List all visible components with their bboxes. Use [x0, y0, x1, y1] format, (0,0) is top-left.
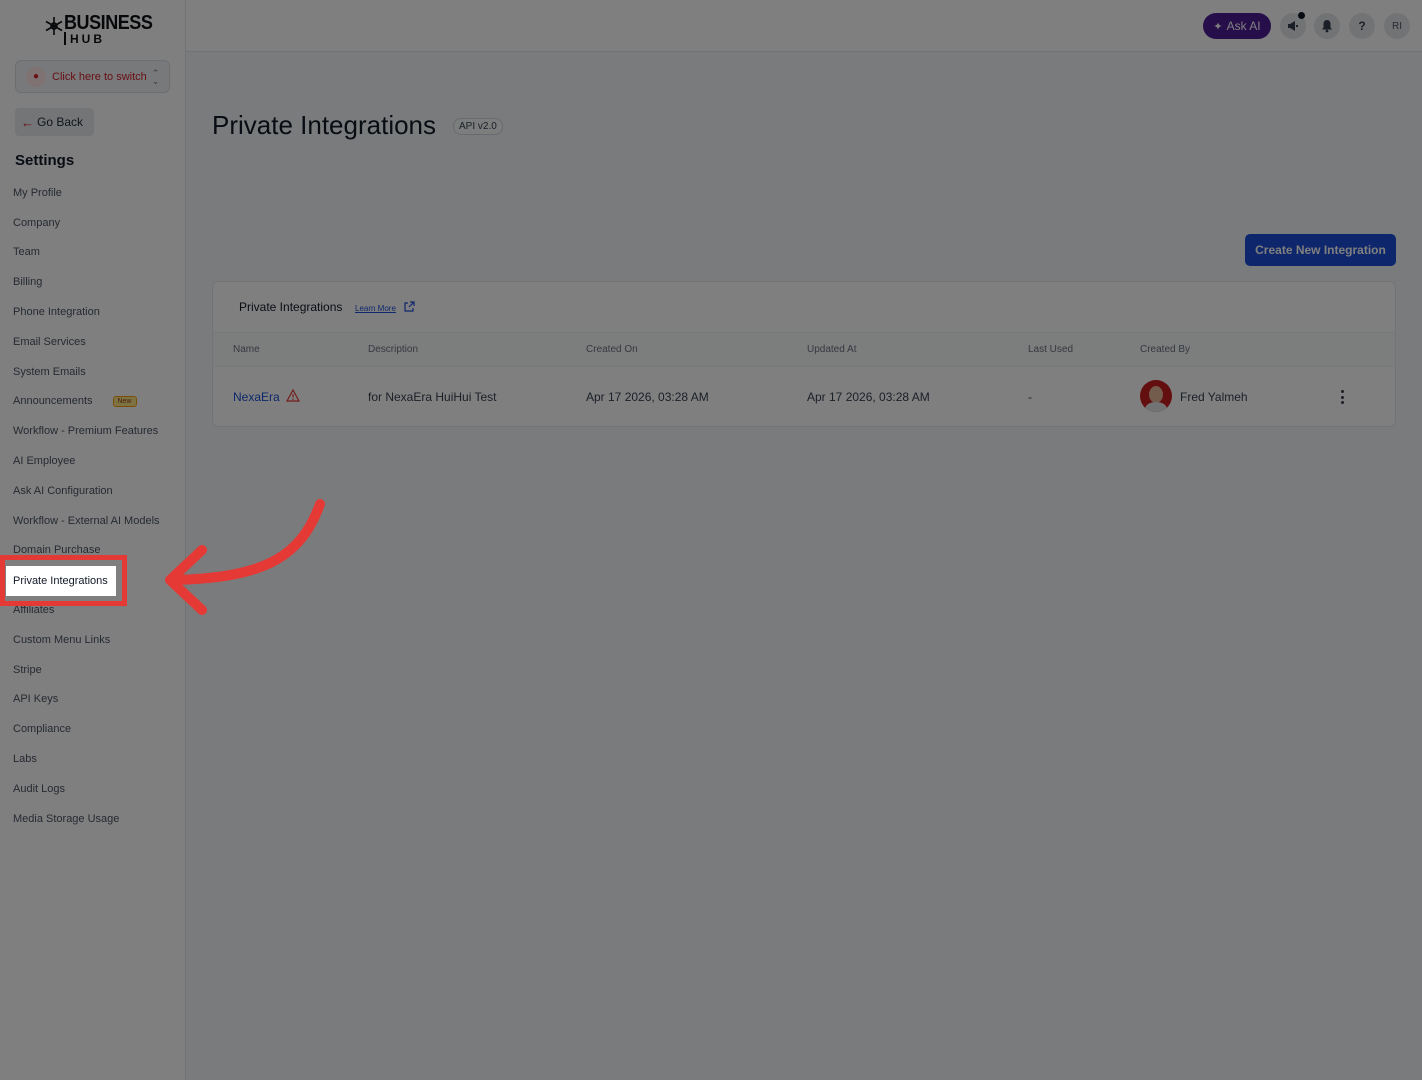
highlighted-sidebar-item-private-integrations[interactable]: Private Integrations	[6, 566, 116, 596]
pointer-arrow-icon	[165, 499, 325, 615]
highlighted-item-label: Private Integrations	[13, 575, 108, 587]
